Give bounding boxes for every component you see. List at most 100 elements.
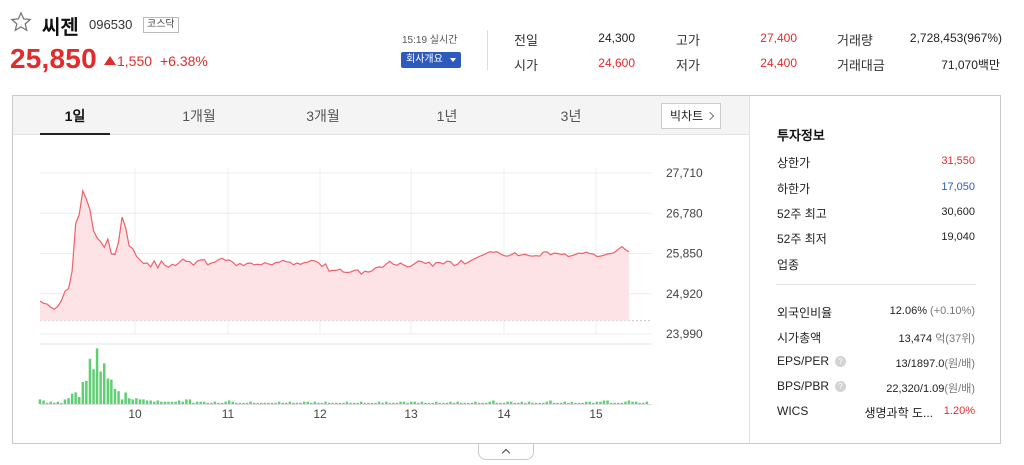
trade-amount-label: 거래대금 [837, 58, 885, 73]
trade-amount-value: 71,070백만 [941, 58, 1000, 72]
volume-bar [449, 401, 452, 404]
collapse-panel-button[interactable] [478, 444, 534, 460]
volume-bar [227, 400, 231, 404]
info-divider [776, 284, 976, 285]
lower-limit-value: 17,050 [941, 181, 975, 193]
tab-3years[interactable]: 3년 [536, 96, 606, 134]
lower-limit-label: 하한가 [777, 182, 811, 196]
volume-bar [63, 399, 67, 404]
volume-bar [463, 402, 466, 404]
y-tick-label: 24,920 [666, 287, 703, 301]
volume-bar [142, 399, 145, 404]
volume-bar [274, 402, 277, 404]
high-value: 27,400 [760, 31, 797, 45]
help-icon[interactable]: ? [835, 381, 847, 392]
volume-bar [310, 402, 313, 404]
volume-bar [363, 402, 367, 404]
volume-bar [42, 400, 45, 404]
help-icon[interactable]: ? [835, 356, 847, 367]
volume-bar [599, 401, 602, 404]
y-tick-label: 26,780 [666, 206, 703, 220]
volume-bar [206, 402, 209, 404]
foreign-ratio-number: 12.06% [889, 305, 927, 317]
volume-bar [420, 401, 424, 404]
volume-bar [167, 401, 170, 404]
volume-bar [399, 401, 402, 404]
volume-bar [577, 402, 581, 404]
volume-bar [324, 401, 327, 404]
company-overview-button[interactable]: 회사개요 [401, 52, 461, 68]
tab-1day[interactable]: 1일 [40, 96, 110, 135]
volume-bar [502, 402, 506, 404]
eps-per-number: 13/1897.0 [895, 358, 945, 370]
volume-bar [438, 402, 441, 404]
low-label: 저가 [676, 58, 700, 73]
volume-bar [367, 402, 370, 404]
volume-bar [177, 400, 181, 404]
volume-bar [270, 402, 274, 404]
volume-bar [128, 398, 131, 404]
volume-bar [360, 401, 363, 404]
volume-bar [388, 402, 392, 404]
volume-bar [45, 402, 49, 404]
volume-bar [220, 402, 224, 404]
volume-bar [356, 402, 359, 404]
volume-bar [113, 388, 117, 404]
volume-bar [106, 378, 110, 404]
wics-label: WICS [777, 404, 809, 418]
volume-bar [217, 402, 220, 404]
52w-low-label: 52주 최저 [777, 232, 827, 246]
volume-bar [513, 402, 516, 404]
period-tabs: 1일 1개월 3개월 1년 3년 빅차트 [13, 96, 749, 135]
tab-1month[interactable]: 1개월 [164, 96, 234, 134]
header-divider [487, 30, 488, 70]
tab-1year[interactable]: 1년 [412, 96, 482, 134]
52w-high-label: 52주 최고 [777, 207, 827, 221]
volume-bar [188, 399, 192, 404]
volume-bar [392, 402, 395, 404]
favorite-star-icon[interactable] [10, 11, 32, 33]
sector-label: 업종 [777, 258, 800, 272]
volume-bar [231, 401, 234, 404]
volume-bar [224, 401, 227, 404]
wics-sector-link[interactable]: 생명과학 도... [864, 404, 933, 421]
bigchart-button[interactable]: 빅차트 [661, 103, 721, 129]
foreign-ratio-value: 12.06% (+0.10%) [890, 305, 975, 317]
volume-bar [431, 402, 434, 404]
volume-bar [295, 402, 299, 404]
volume-bar [56, 401, 60, 404]
volume-bar [138, 399, 142, 404]
volume-bar [406, 402, 409, 404]
volume-bar [38, 399, 42, 404]
market-badge: 코스닥 [143, 17, 179, 33]
volume-bar [67, 398, 70, 404]
chevron-up-icon [501, 448, 511, 458]
volume-bar [460, 402, 463, 404]
wics-change-value: 1.20% [943, 405, 975, 417]
y-tick-label: 27,710 [666, 166, 703, 180]
volume-bar [592, 402, 595, 404]
volume-bar [213, 401, 217, 404]
volume-bar [292, 402, 295, 404]
x-tick-label: 15 [589, 407, 603, 421]
volume-bar [135, 398, 138, 404]
volume-bar [78, 397, 81, 404]
volume-bar [563, 401, 566, 404]
price-change: 1,550 [117, 53, 153, 69]
volume-bar [117, 391, 120, 404]
volume-bar [567, 402, 570, 404]
volume-bar [467, 402, 470, 404]
volume-bar [474, 401, 477, 404]
volume-bar [210, 402, 213, 404]
market-cap-number: 13,474 [898, 333, 933, 345]
volume-bar [552, 402, 556, 404]
company-overview-label: 회사개요 [406, 54, 443, 65]
volume-bar [402, 401, 406, 404]
volume-bar [609, 402, 613, 404]
volume-bar [381, 402, 384, 404]
volume-bar [492, 400, 495, 404]
volume-bar [410, 401, 413, 404]
volume-bar [277, 401, 281, 404]
tab-3months[interactable]: 3개월 [288, 96, 358, 134]
volume-bar [170, 401, 174, 404]
